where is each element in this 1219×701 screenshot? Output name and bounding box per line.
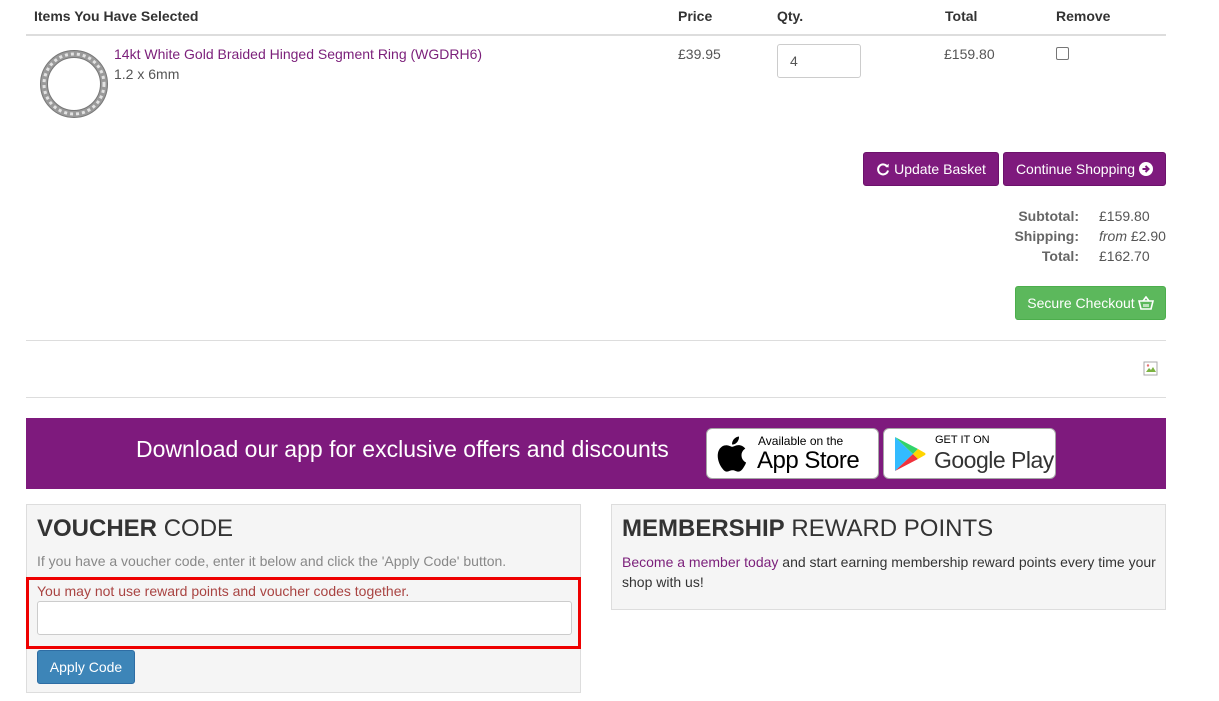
- total-label: Total:: [1041, 248, 1079, 264]
- arrow-circle-right-icon: [1139, 162, 1154, 176]
- membership-title-rest: REWARD POINTS: [791, 515, 994, 542]
- shipping-label: Shipping:: [1014, 228, 1079, 244]
- membership-title-bold: MEMBERSHIP: [622, 515, 785, 542]
- google-play-big-text: Google Play: [934, 447, 1054, 473]
- shipping-value: from £2.90: [1099, 228, 1166, 244]
- refresh-icon: [877, 163, 890, 176]
- app-store-small-text: Available on the: [758, 434, 844, 448]
- voucher-panel: VOUCHER CODE If you have a voucher code,…: [26, 504, 581, 693]
- quantity-input[interactable]: [777, 44, 861, 78]
- product-total: £159.80: [944, 46, 995, 62]
- product-link[interactable]: 14kt White Gold Braided Hinged Segment R…: [114, 46, 482, 62]
- voucher-title: VOUCHER CODE: [37, 515, 233, 543]
- app-store-badge[interactable]: Available on the App Store: [706, 428, 879, 479]
- membership-text: Become a member today and start earning …: [622, 552, 1162, 592]
- app-banner: Download our app for exclusive offers an…: [26, 418, 1166, 489]
- voucher-title-bold: VOUCHER: [37, 515, 158, 542]
- remove-checkbox[interactable]: [1056, 47, 1069, 60]
- become-member-link[interactable]: Become a member today: [622, 554, 778, 570]
- broken-image-icon: [1143, 361, 1158, 376]
- voucher-error-message: You may not use reward points and vouche…: [37, 583, 410, 599]
- apply-code-button[interactable]: Apply Code: [37, 650, 135, 684]
- header-qty: Qty.: [777, 8, 804, 24]
- header-total: Total: [945, 8, 978, 24]
- divider: [26, 397, 1166, 398]
- apple-icon: [717, 436, 747, 472]
- app-banner-text: Download our app for exclusive offers an…: [136, 436, 669, 462]
- header-remove: Remove: [1056, 8, 1111, 24]
- divider: [26, 340, 1166, 341]
- header-items: Items You Have Selected: [34, 8, 199, 24]
- continue-shopping-label: Continue Shopping: [1015, 161, 1136, 177]
- shipping-amount: £2.90: [1130, 228, 1166, 244]
- membership-panel: MEMBERSHIP REWARD POINTS Become a member…: [611, 504, 1166, 610]
- voucher-code-input[interactable]: [37, 601, 572, 635]
- header-divider: [26, 34, 1166, 36]
- voucher-title-rest: CODE: [163, 515, 234, 542]
- update-basket-label: Update Basket: [894, 161, 986, 177]
- product-price: £39.95: [678, 46, 721, 62]
- product-size: 1.2 x 6mm: [114, 66, 180, 82]
- header-price: Price: [678, 8, 713, 24]
- basket-icon: [1137, 295, 1154, 310]
- continue-shopping-button[interactable]: Continue Shopping: [1003, 152, 1166, 186]
- voucher-description: If you have a voucher code, enter it bel…: [37, 553, 507, 569]
- total-value: £162.70: [1099, 248, 1150, 264]
- subtotal-label: Subtotal:: [1018, 208, 1079, 224]
- secure-checkout-button[interactable]: Secure Checkout: [1015, 286, 1166, 320]
- google-play-small-text: GET IT ON: [935, 434, 990, 446]
- app-store-big-text: App Store: [757, 447, 860, 474]
- secure-checkout-label: Secure Checkout: [1027, 295, 1135, 311]
- update-basket-button[interactable]: Update Basket: [863, 152, 999, 186]
- ring-product-image[interactable]: [38, 48, 110, 120]
- google-play-badge[interactable]: GET IT ON Google Play: [883, 428, 1056, 479]
- membership-title: MEMBERSHIP REWARD POINTS: [622, 515, 993, 543]
- google-play-icon: [895, 437, 926, 471]
- subtotal-value: £159.80: [1099, 208, 1150, 224]
- shipping-prefix: from: [1099, 228, 1127, 244]
